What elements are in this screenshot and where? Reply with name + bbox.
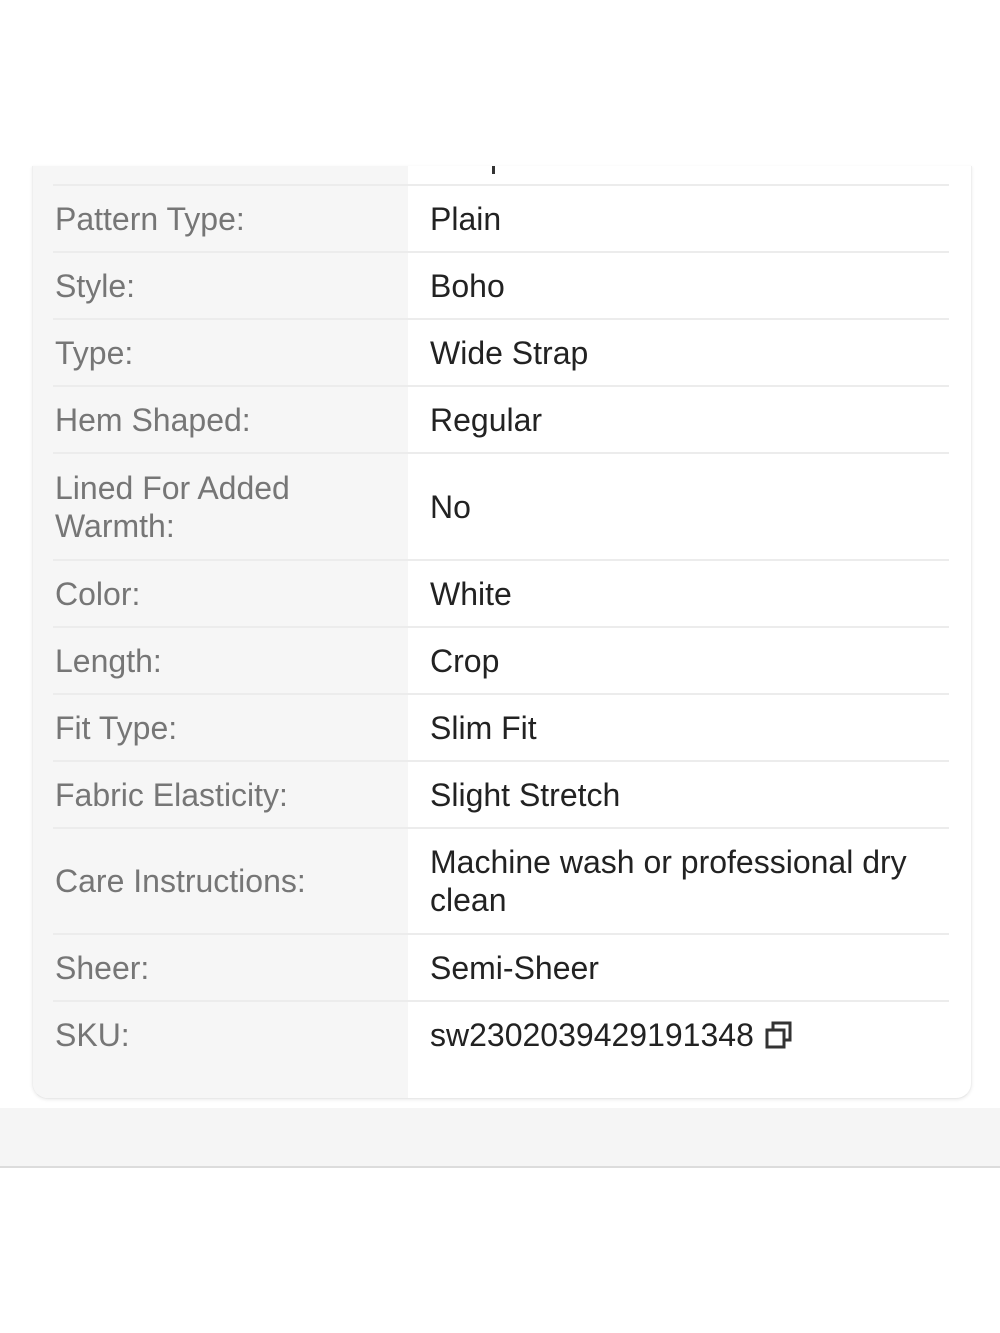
spec-label: Hem Shaped: — [55, 401, 251, 438]
spec-value: No — [430, 488, 471, 525]
spec-value: Slight Stretch — [430, 776, 621, 813]
spec-label: Lined For Added Warmth: — [55, 469, 290, 544]
spec-row-length: Length: Crop — [53, 626, 949, 693]
spec-row-fabric-elasticity: Fabric Elasticity: Slight Stretch — [53, 760, 949, 827]
spec-row-pattern-type: Pattern Type: Plain — [53, 184, 949, 251]
spec-label: Length: — [55, 642, 162, 679]
spec-label: Color: — [55, 575, 141, 612]
spec-value: Machine wash or professional dry clean — [430, 844, 907, 918]
spec-value: Wide Strap — [430, 334, 589, 371]
spec-value: Crop — [430, 642, 500, 679]
product-details-page: Pattern Type: Plain Style: Boho Type: Wi… — [0, 0, 1000, 1333]
spec-value: Plain — [430, 200, 502, 237]
spec-value: Regular — [430, 401, 543, 438]
spec-label: Style: — [55, 267, 136, 304]
spec-value: White — [430, 575, 512, 612]
spec-label: Fabric Elasticity: — [55, 776, 288, 813]
copy-icon[interactable] — [764, 1020, 794, 1050]
product-specs-card: Pattern Type: Plain Style: Boho Type: Wi… — [32, 166, 972, 1099]
spec-row-style: Style: Boho — [53, 251, 949, 318]
spec-label: Pattern Type: — [55, 200, 245, 237]
section-separator-band — [0, 1108, 1000, 1168]
spec-row-fit-type: Fit Type: Slim Fit — [53, 693, 949, 760]
spec-row-sheer: Sheer: Semi-Sheer — [53, 933, 949, 1000]
spec-label: Care Instructions: — [55, 863, 306, 899]
spec-label: SKU: — [55, 1016, 130, 1053]
spec-value-sku: sw2302039429191348 — [408, 1006, 949, 1064]
spec-value: Boho — [430, 267, 505, 304]
spec-row-sku: SKU: sw2302039429191348 — [53, 1000, 949, 1067]
cut-off-text-fragment — [492, 166, 495, 174]
spec-row-care-instructions: Care Instructions: Machine wash or profe… — [53, 827, 949, 933]
spec-value: Semi-Sheer — [430, 949, 599, 986]
spec-value: Slim Fit — [430, 709, 537, 746]
spec-label: Sheer: — [55, 949, 150, 986]
spec-label: Type: — [55, 334, 134, 371]
spec-row-type: Type: Wide Strap — [53, 318, 949, 385]
spec-row-color: Color: White — [53, 559, 949, 626]
spec-row-lined: Lined For Added Warmth: No — [53, 452, 949, 559]
specs-table: Pattern Type: Plain Style: Boho Type: Wi… — [53, 184, 949, 1067]
spec-row-hem-shaped: Hem Shaped: Regular — [53, 385, 949, 452]
sku-text: sw2302039429191348 — [430, 1016, 754, 1053]
spec-label: Fit Type: — [55, 709, 178, 746]
